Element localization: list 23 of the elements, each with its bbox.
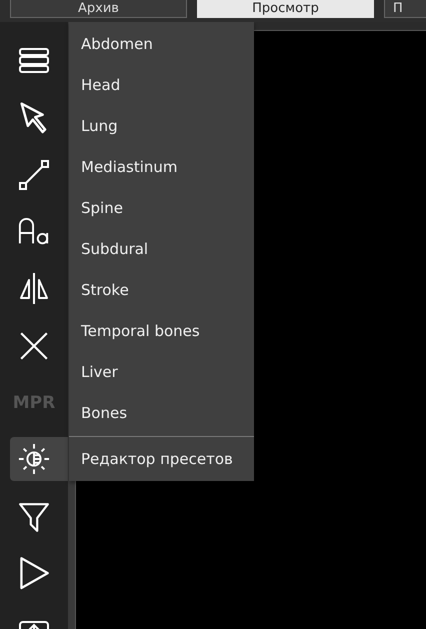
flip-icon [18, 272, 50, 305]
preset-item[interactable]: Lung [69, 106, 254, 147]
preset-item[interactable]: Liver [69, 352, 254, 393]
preset-item[interactable]: Head [69, 65, 254, 106]
filter-icon [18, 500, 50, 532]
preset-item[interactable]: Abdomen [69, 24, 254, 65]
preset-item[interactable]: Subdural [69, 229, 254, 270]
preset-item[interactable]: Mediastinum [69, 147, 254, 188]
preset-item[interactable]: Spine [69, 188, 254, 229]
play-icon [18, 556, 50, 591]
preset-item[interactable]: Temporal bones [69, 311, 254, 352]
text-tool-icon [18, 217, 50, 246]
close-icon [18, 330, 50, 362]
tab[interactable]: Просмотр [197, 0, 374, 18]
layers-icon [18, 47, 50, 74]
preset-item[interactable]: Bones [69, 393, 254, 434]
line-tool-icon [18, 158, 50, 190]
tab[interactable]: П [384, 0, 426, 18]
tool-button[interactable] [10, 437, 68, 481]
tab[interactable]: Архив [10, 0, 187, 18]
preset-editor-item[interactable]: Редактор пресетов [69, 437, 254, 481]
preset-item[interactable]: Stroke [69, 270, 254, 311]
brightness-icon [18, 443, 50, 475]
